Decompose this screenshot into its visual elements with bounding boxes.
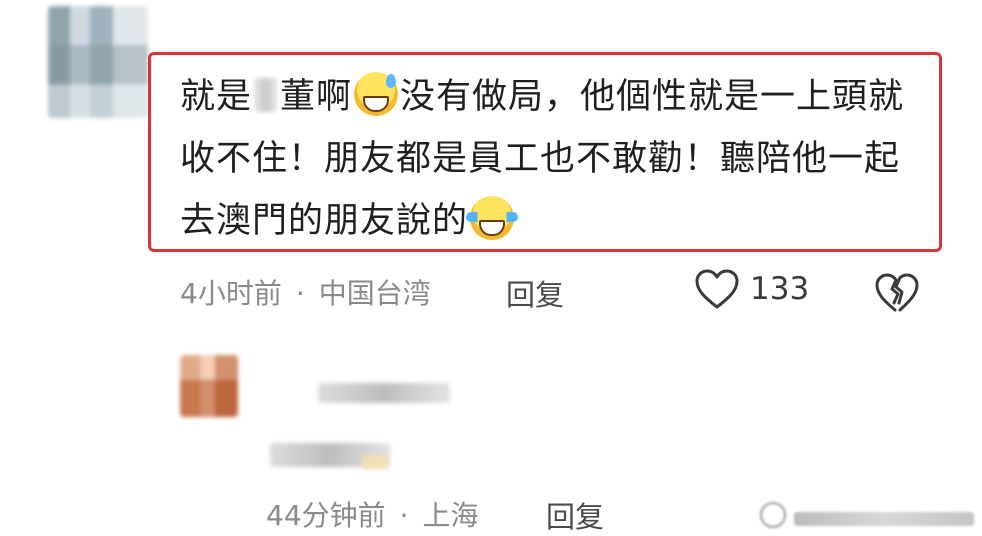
reply-meta: 44分钟前 · 上海	[266, 494, 479, 534]
grinning-sweat-emoji-icon	[354, 72, 399, 116]
blurred-username	[318, 383, 450, 403]
blurred-name	[254, 78, 279, 112]
tears-of-joy-emoji-icon	[466, 196, 519, 240]
reply-avatar[interactable]	[180, 355, 238, 417]
dislike-button[interactable]	[874, 272, 920, 318]
comment-location: 中国台湾	[318, 277, 431, 310]
watermark-text-blurred	[794, 512, 974, 526]
like-count: 133	[750, 271, 810, 307]
broken-heart-icon	[875, 273, 919, 312]
reply-button[interactable]: 回复	[506, 272, 564, 314]
heart-outline-icon	[695, 269, 739, 309]
blurred-emoji	[362, 455, 388, 469]
reply-location: 上海	[422, 499, 479, 532]
watermark	[760, 500, 982, 532]
comment-text-part-1: 就是	[180, 77, 253, 117]
reply-button-2[interactable]: 回复	[546, 494, 604, 536]
meta-separator: ·	[295, 277, 305, 310]
reply-time: 44分钟前	[266, 499, 386, 532]
like-button[interactable]: 133	[694, 268, 809, 310]
comment-meta: 4小时前 · 中国台湾	[180, 272, 431, 312]
comment-text-part-2: 董啊	[280, 77, 353, 117]
commenter-avatar[interactable]	[48, 6, 148, 118]
watermark-logo-icon	[760, 502, 786, 528]
comment-text: 就是 董啊 没有做局，他個性就是一上頭就收不住！朋友都是員工也不敢勸！聽陪他一起去澳…	[180, 66, 932, 252]
comment-time: 4小时前	[180, 277, 282, 310]
meta-separator: ·	[399, 499, 409, 532]
